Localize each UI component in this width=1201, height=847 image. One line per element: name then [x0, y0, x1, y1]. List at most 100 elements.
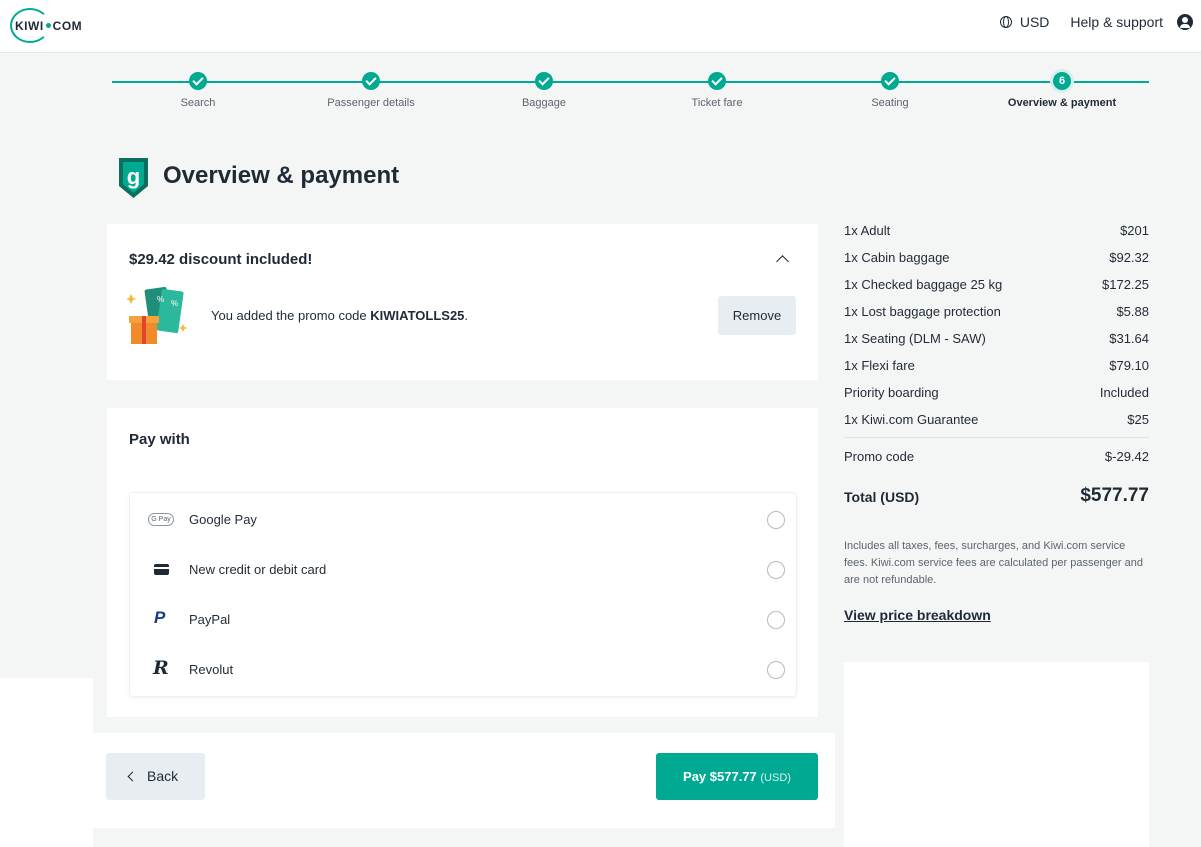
step-seating[interactable]: Seating: [800, 72, 980, 109]
top-header: KIWI COM USD Help & support: [0, 0, 1201, 53]
page-title: Overview & payment: [163, 162, 400, 189]
summary-row: 1x Seating (DLM - SAW) $31.64: [844, 331, 1149, 346]
discount-title: $29.42 discount included!: [129, 251, 313, 268]
remove-promo-button[interactable]: Remove: [718, 296, 796, 335]
logo-text-right: COM: [52, 18, 83, 33]
radio-paypal[interactable]: [767, 611, 785, 629]
step-number: 6: [1053, 72, 1071, 90]
step-label: Overview & payment: [1007, 97, 1117, 109]
step-search[interactable]: Search: [108, 72, 288, 109]
promo-text-before: You added the promo code: [211, 308, 371, 323]
promo-card: $29.42 discount included! % % You added …: [107, 224, 818, 380]
currency-selector[interactable]: USD: [1020, 14, 1050, 30]
summary-value: $5.88: [1116, 304, 1149, 319]
svg-text:%: %: [157, 295, 164, 304]
step-label: Baggage: [521, 97, 567, 109]
payment-method-revolut[interactable]: R Revolut: [130, 644, 798, 694]
summary-label: 1x Cabin baggage: [844, 250, 950, 265]
summary-row: 1x Checked baggage 25 kg $172.25: [844, 277, 1149, 292]
summary-label: 1x Kiwi.com Guarantee: [844, 412, 979, 427]
step-label: Seating: [871, 97, 909, 109]
radio-revolut[interactable]: [767, 661, 785, 679]
summary-row: 1x Adult $201: [844, 223, 1149, 238]
back-label: Back: [147, 768, 179, 784]
payment-method-paypal[interactable]: P PayPal: [130, 594, 798, 644]
summary-value: $31.64: [1109, 331, 1149, 346]
summary-label: 1x Lost baggage protection: [844, 304, 1001, 319]
summary-row: 1x Cabin baggage $92.32: [844, 250, 1149, 265]
step-ticket-fare[interactable]: Ticket fare: [627, 72, 807, 109]
promo-code-row: Promo code $-29.42: [844, 449, 1149, 464]
step-overview-payment: 6 Overview & payment: [972, 72, 1152, 109]
step-passenger-details[interactable]: Passenger details: [281, 72, 461, 109]
check-icon: [881, 72, 899, 90]
payment-method-google-pay[interactable]: G Pay Google Pay: [130, 494, 798, 544]
svg-text:%: %: [171, 299, 178, 308]
chevron-up-icon[interactable]: [776, 255, 789, 268]
revolut-icon: R: [153, 657, 169, 679]
step-label: Search: [180, 97, 216, 109]
logo-dot: [45, 22, 51, 28]
step-baggage[interactable]: Baggage: [454, 72, 634, 109]
paypal-icon: P: [154, 608, 166, 627]
svg-text:g: g: [127, 164, 140, 189]
back-button[interactable]: Back: [106, 753, 205, 800]
payment-method-label: Google Pay: [189, 512, 257, 527]
summary-label: 1x Adult: [844, 223, 891, 238]
step-label: Passenger details: [327, 97, 415, 109]
payment-method-card[interactable]: New credit or debit card: [130, 544, 798, 594]
account-icon[interactable]: [1177, 14, 1193, 30]
promo-text-after: .: [464, 308, 469, 323]
summary-value: $172.25: [1102, 277, 1149, 292]
pay-currency: (USD): [760, 772, 791, 784]
summary-row: 1x Kiwi.com Guarantee $25: [844, 412, 1149, 427]
promo-code-value: $-29.42: [1104, 449, 1149, 464]
summary-bottom-area: [844, 662, 1149, 847]
kiwi-logo[interactable]: KIWI COM: [10, 8, 82, 43]
summary-divider: [844, 437, 1149, 438]
header-actions: USD Help & support: [999, 14, 1193, 30]
gift-tickets-illustration-icon: % %: [127, 286, 188, 344]
payment-methods-list: G Pay Google Pay New credit or debit car…: [129, 492, 797, 697]
summary-row: 1x Flexi fare $79.10: [844, 358, 1149, 373]
view-price-breakdown-link[interactable]: View price breakdown: [844, 607, 991, 623]
pay-button[interactable]: Pay $577.77 (USD): [656, 753, 818, 800]
radio-card[interactable]: [767, 561, 785, 579]
check-icon: [189, 72, 207, 90]
payment-method-label: New credit or debit card: [189, 562, 327, 577]
summary-value: $92.32: [1109, 250, 1149, 265]
summary-label: Priority boarding: [844, 385, 939, 400]
total-label: Total (USD): [844, 489, 920, 505]
fees-note: Includes all taxes, fees, surcharges, an…: [844, 540, 1143, 586]
summary-value: $25: [1127, 412, 1149, 427]
step-label: Ticket fare: [691, 97, 743, 109]
google-pay-icon: G Pay: [148, 513, 174, 526]
summary-row: 1x Lost baggage protection $5.88: [844, 304, 1149, 319]
radio-google-pay[interactable]: [767, 511, 785, 529]
promo-code: KIWIATOLLS25: [370, 308, 465, 323]
summary-value: $79.10: [1109, 358, 1149, 373]
promo-code-message: You added the promo code KIWIATOLLS25.: [211, 308, 468, 323]
summary-value: $201: [1120, 223, 1149, 238]
summary-label: 1x Checked baggage 25 kg: [844, 277, 1003, 292]
chevron-left-icon: [127, 771, 138, 782]
bottom-left-area: [0, 678, 93, 847]
pay-with-card: Pay with G Pay Google Pay New credit or …: [107, 408, 818, 717]
kiwi-guarantee-shield-icon: g: [119, 158, 148, 198]
summary-label: 1x Seating (DLM - SAW): [844, 331, 986, 346]
payment-method-label: PayPal: [189, 612, 231, 627]
summary-row: Priority boarding Included: [844, 385, 1149, 400]
summary-label: 1x Flexi fare: [844, 358, 915, 373]
check-icon: [535, 72, 553, 90]
logo-text-left: KIWI: [15, 18, 44, 33]
promo-code-label: Promo code: [844, 449, 915, 464]
payment-method-label: Revolut: [189, 662, 234, 677]
pay-with-title: Pay with: [129, 431, 190, 448]
help-support-link[interactable]: Help & support: [1070, 14, 1163, 30]
globe-icon: [999, 16, 1012, 28]
check-icon: [362, 72, 380, 90]
summary-value: Included: [1099, 385, 1149, 400]
pay-label: Pay $577.77: [683, 769, 757, 784]
credit-card-icon: [154, 564, 169, 575]
total-value: $577.77: [1080, 485, 1149, 506]
